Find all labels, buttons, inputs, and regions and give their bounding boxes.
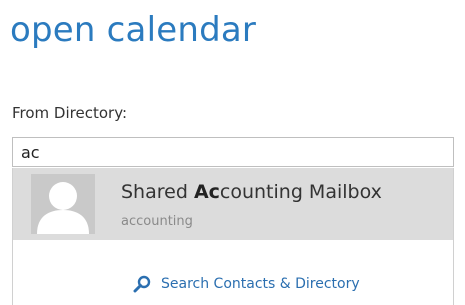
name-suffix: counting Mailbox — [219, 181, 382, 203]
search-contacts-directory-link[interactable]: Search Contacts & Directory — [133, 273, 360, 295]
search-icon — [133, 275, 151, 293]
search-link-label: Search Contacts & Directory — [161, 276, 360, 292]
suggestion-dropdown: Shared Accounting Mailbox accounting Sea… — [12, 168, 454, 305]
name-match: Ac — [193, 181, 220, 203]
directory-search-input[interactable] — [12, 137, 454, 167]
from-directory-label: From Directory: — [12, 104, 128, 122]
name-prefix: Shared — [121, 181, 194, 203]
person-placeholder-icon — [31, 174, 95, 234]
suggestion-item[interactable]: Shared Accounting Mailbox accounting — [13, 168, 453, 240]
page-title: open calendar — [10, 10, 257, 50]
contact-alias: accounting — [121, 214, 193, 229]
contact-name: Shared Accounting Mailbox — [121, 181, 382, 203]
avatar — [31, 174, 95, 234]
open-calendar-page: open calendar From Directory: Shared Acc… — [0, 0, 465, 305]
